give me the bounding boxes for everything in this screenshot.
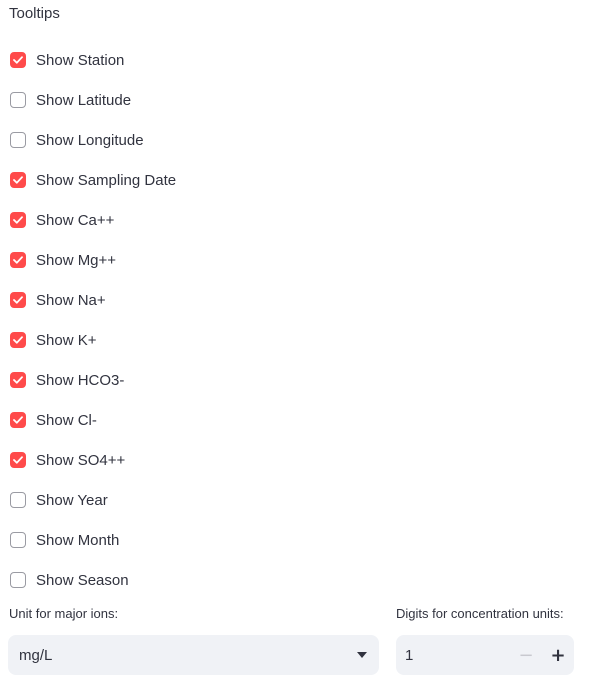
- tooltips-checkbox-list: Show Station Show Latitude Show Longitud…: [0, 40, 400, 600]
- checkbox-icon[interactable]: [10, 492, 26, 508]
- checkbox-show-cl[interactable]: Show Cl-: [0, 400, 400, 440]
- checkbox-show-hco3[interactable]: Show HCO3-: [0, 360, 400, 400]
- checkbox-icon[interactable]: [10, 452, 26, 468]
- checkbox-show-so4[interactable]: Show SO4++: [0, 440, 400, 480]
- checkbox-icon[interactable]: [10, 132, 26, 148]
- checkbox-icon[interactable]: [10, 572, 26, 588]
- checkbox-show-na[interactable]: Show Na+: [0, 280, 400, 320]
- checkbox-label: Show Season: [36, 571, 129, 589]
- checkbox-show-longitude[interactable]: Show Longitude: [0, 120, 400, 160]
- digits-value[interactable]: 1: [405, 647, 510, 664]
- tooltips-heading: Tooltips: [9, 5, 60, 22]
- chevron-down-icon[interactable]: [357, 652, 367, 658]
- checkbox-icon[interactable]: [10, 532, 26, 548]
- checkbox-label: Show Year: [36, 491, 108, 509]
- checkbox-show-k[interactable]: Show K+: [0, 320, 400, 360]
- checkbox-label: Show SO4++: [36, 451, 126, 469]
- checkbox-label: Show Longitude: [36, 131, 144, 149]
- checkbox-show-latitude[interactable]: Show Latitude: [0, 80, 400, 120]
- checkbox-icon[interactable]: [10, 412, 26, 428]
- checkbox-show-mg[interactable]: Show Mg++: [0, 240, 400, 280]
- checkbox-icon[interactable]: [10, 372, 26, 388]
- checkbox-label: Show Cl-: [36, 411, 97, 429]
- digits-input-label: Digits for concentration units:: [396, 606, 564, 621]
- checkbox-icon[interactable]: [10, 52, 26, 68]
- checkbox-show-sampling-date[interactable]: Show Sampling Date: [0, 160, 400, 200]
- checkbox-label: Show Mg++: [36, 251, 117, 269]
- decrement-button[interactable]: −: [510, 635, 542, 675]
- checkbox-label: Show Sampling Date: [36, 171, 177, 189]
- checkbox-label: Show Na+: [36, 291, 106, 309]
- unit-select[interactable]: mg/L: [8, 635, 379, 675]
- checkbox-icon[interactable]: [10, 172, 26, 188]
- checkbox-label: Show Month: [36, 531, 120, 549]
- unit-select-label: Unit for major ions:: [9, 606, 119, 621]
- checkbox-label: Show HCO3-: [36, 371, 125, 389]
- checkbox-icon[interactable]: [10, 92, 26, 108]
- increment-button[interactable]: +: [542, 635, 574, 675]
- checkbox-icon[interactable]: [10, 212, 26, 228]
- checkbox-show-ca[interactable]: Show Ca++: [0, 200, 400, 240]
- checkbox-show-season[interactable]: Show Season: [0, 560, 400, 600]
- checkbox-label: Show Latitude: [36, 91, 132, 109]
- checkbox-show-station[interactable]: Show Station: [0, 40, 400, 80]
- checkbox-show-year[interactable]: Show Year: [0, 480, 400, 520]
- checkbox-icon[interactable]: [10, 332, 26, 348]
- unit-select-value: mg/L: [19, 646, 53, 664]
- checkbox-icon[interactable]: [10, 252, 26, 268]
- checkbox-label: Show Station: [36, 51, 125, 69]
- checkbox-label: Show Ca++: [36, 211, 115, 229]
- checkbox-label: Show K+: [36, 331, 97, 349]
- checkbox-icon[interactable]: [10, 292, 26, 308]
- digits-number-input[interactable]: 1 − +: [396, 635, 574, 675]
- checkbox-show-month[interactable]: Show Month: [0, 520, 400, 560]
